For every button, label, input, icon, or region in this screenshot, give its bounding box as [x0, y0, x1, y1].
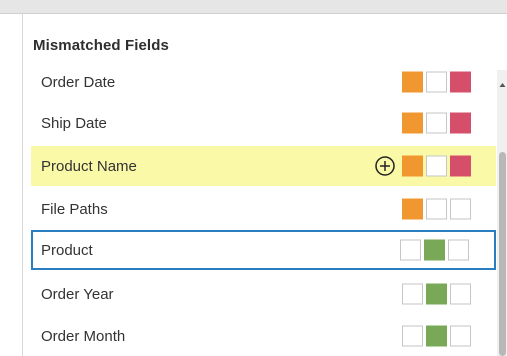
- field-status-badges: [402, 325, 471, 347]
- list-item-ship-date[interactable]: Ship Date: [31, 103, 496, 143]
- mismatched-fields-panel: Mismatched Fields Order Date Ship Date P…: [22, 14, 507, 356]
- empty-status-badge: [448, 239, 469, 261]
- field-status-badges: [402, 71, 471, 93]
- orange-status-badge: [402, 112, 423, 134]
- field-status-badges: [402, 283, 471, 305]
- orange-status-badge: [402, 155, 423, 177]
- empty-status-badge: [450, 198, 471, 220]
- list-item-order-year[interactable]: Order Year: [31, 274, 496, 314]
- list-item-label: File Paths: [41, 200, 108, 218]
- green-status-badge: [426, 325, 447, 347]
- plus-circle-icon[interactable]: [374, 155, 396, 177]
- empty-status-badge: [402, 283, 423, 305]
- field-status-badges: [402, 198, 471, 220]
- green-status-badge: [426, 283, 447, 305]
- top-bar: [0, 0, 507, 14]
- empty-status-badge: [426, 198, 447, 220]
- empty-status-badge: [450, 283, 471, 305]
- green-status-badge: [424, 239, 445, 261]
- empty-status-badge: [400, 239, 421, 261]
- tableau-prep-mismatched-fields-panel: Mismatched Fields Order Date Ship Date P…: [0, 0, 507, 356]
- orange-status-badge: [402, 198, 423, 220]
- orange-status-badge: [402, 71, 423, 93]
- plus-circle-icon-graphic: [375, 156, 395, 176]
- list-item-order-date[interactable]: Order Date: [31, 70, 496, 102]
- list-item-label: Product Name: [41, 157, 137, 175]
- list-item-product-name[interactable]: Product Name: [31, 146, 496, 186]
- pink-status-badge: [450, 71, 471, 93]
- list-item-label: Order Year: [41, 285, 114, 303]
- field-status-badges: [400, 239, 469, 261]
- empty-status-badge: [426, 71, 447, 93]
- empty-status-badge: [450, 325, 471, 347]
- panel-title: Mismatched Fields: [33, 37, 169, 54]
- list-item-label: Order Month: [41, 327, 126, 345]
- list-item-order-month[interactable]: Order Month: [31, 316, 496, 356]
- scroll-up-icon[interactable]: [498, 81, 507, 90]
- field-status-badges: [402, 112, 471, 134]
- list-item-label: Ship Date: [41, 114, 107, 132]
- pink-status-badge: [450, 155, 471, 177]
- field-status-badges: [402, 155, 471, 177]
- scroll-up-arrow-graphic: [499, 83, 506, 87]
- mismatched-fields-list: Order Date Ship Date Product Name File P…: [31, 70, 496, 356]
- list-item-product[interactable]: Product: [31, 230, 496, 270]
- pink-status-badge: [450, 112, 471, 134]
- vertical-scrollbar[interactable]: [497, 70, 507, 356]
- empty-status-badge: [402, 325, 423, 347]
- list-item-label: Product: [41, 241, 93, 259]
- empty-status-badge: [426, 112, 447, 134]
- empty-status-badge: [426, 155, 447, 177]
- list-item-label: Order Date: [41, 73, 116, 91]
- scroll-thumb[interactable]: [499, 152, 506, 356]
- list-item-file-paths[interactable]: File Paths: [31, 189, 496, 229]
